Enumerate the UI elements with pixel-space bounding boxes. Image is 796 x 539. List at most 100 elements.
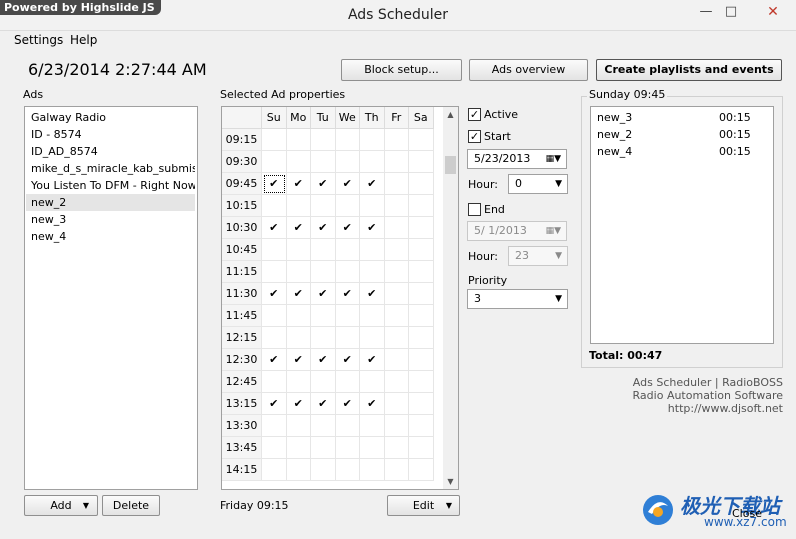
schedule-cell[interactable] bbox=[286, 327, 311, 349]
schedule-cell[interactable]: ✔ bbox=[311, 217, 336, 239]
ads-list-item[interactable]: new_4 bbox=[31, 228, 195, 245]
schedule-cell[interactable] bbox=[409, 261, 434, 283]
schedule-cell[interactable]: ✔ bbox=[360, 349, 385, 371]
schedule-cell[interactable] bbox=[384, 261, 409, 283]
ads-list-item[interactable]: new_2 bbox=[26, 194, 195, 211]
time-slot-label[interactable]: 11:30 bbox=[222, 283, 262, 305]
schedule-cell[interactable]: ✔ bbox=[335, 173, 360, 195]
time-slot-label[interactable]: 12:15 bbox=[222, 327, 262, 349]
schedule-cell[interactable]: ✔ bbox=[262, 217, 287, 239]
time-slot-label[interactable]: 10:30 bbox=[222, 217, 262, 239]
schedule-cell[interactable]: ✔ bbox=[262, 173, 287, 195]
schedule-cell[interactable] bbox=[409, 217, 434, 239]
start-date-picker[interactable]: 5/23/2013 ▦▼ bbox=[467, 149, 567, 169]
schedule-cell[interactable] bbox=[262, 261, 287, 283]
schedule-cell[interactable] bbox=[384, 129, 409, 151]
schedule-cell[interactable] bbox=[384, 415, 409, 437]
schedule-cell[interactable] bbox=[335, 415, 360, 437]
schedule-cell[interactable] bbox=[384, 173, 409, 195]
close-button[interactable]: Close bbox=[732, 507, 762, 520]
schedule-cell[interactable] bbox=[409, 239, 434, 261]
schedule-cell[interactable] bbox=[335, 371, 360, 393]
day-header[interactable]: Fr bbox=[384, 107, 409, 129]
schedule-cell[interactable] bbox=[360, 371, 385, 393]
schedule-cell[interactable] bbox=[360, 459, 385, 481]
schedule-cell[interactable]: ✔ bbox=[262, 393, 287, 415]
schedule-cell[interactable] bbox=[409, 151, 434, 173]
schedule-cell[interactable] bbox=[384, 327, 409, 349]
end-hour-select[interactable]: 23 ▼ bbox=[508, 246, 568, 266]
schedule-cell[interactable] bbox=[286, 459, 311, 481]
schedule-cell[interactable] bbox=[360, 151, 385, 173]
schedule-cell[interactable] bbox=[360, 195, 385, 217]
schedule-cell[interactable] bbox=[335, 195, 360, 217]
start-checkbox[interactable]: ✓ bbox=[468, 130, 481, 143]
schedule-cell[interactable] bbox=[335, 129, 360, 151]
playlist-row[interactable]: new_2 00:15 bbox=[597, 126, 767, 143]
schedule-cell[interactable] bbox=[335, 151, 360, 173]
schedule-cell[interactable] bbox=[311, 261, 336, 283]
schedule-cell[interactable]: ✔ bbox=[335, 283, 360, 305]
schedule-cell[interactable] bbox=[311, 151, 336, 173]
schedule-grid[interactable]: Su Mo Tu We Th Fr Sa 09:15 09:30 09:45 ✔ ✔ ✔ ✔ ✔ 10:15 1… bbox=[221, 106, 459, 490]
schedule-cell[interactable] bbox=[286, 261, 311, 283]
minimize-button[interactable]: — bbox=[696, 4, 716, 20]
schedule-cell[interactable] bbox=[262, 371, 287, 393]
delete-button[interactable]: Delete bbox=[102, 495, 160, 516]
schedule-cell[interactable] bbox=[409, 437, 434, 459]
time-slot-label[interactable]: 11:15 bbox=[222, 261, 262, 283]
time-slot-label[interactable]: 11:45 bbox=[222, 305, 262, 327]
schedule-cell[interactable] bbox=[409, 415, 434, 437]
schedule-cell[interactable] bbox=[360, 437, 385, 459]
schedule-cell[interactable] bbox=[286, 129, 311, 151]
schedule-cell[interactable]: ✔ bbox=[335, 393, 360, 415]
ads-list-item[interactable]: You Listen To DFM - Right Now! bbox=[31, 177, 195, 194]
schedule-cell[interactable] bbox=[409, 459, 434, 481]
time-slot-label[interactable]: 12:30 bbox=[222, 349, 262, 371]
time-slot-label[interactable]: 09:30 bbox=[222, 151, 262, 173]
time-slot-label[interactable]: 09:15 bbox=[222, 129, 262, 151]
grid-scrollbar[interactable]: ▲ ▼ bbox=[443, 107, 458, 489]
schedule-cell[interactable]: ✔ bbox=[286, 283, 311, 305]
schedule-cell[interactable] bbox=[384, 195, 409, 217]
schedule-cell[interactable] bbox=[360, 261, 385, 283]
active-checkbox[interactable]: ✓ bbox=[468, 108, 481, 121]
schedule-cell[interactable] bbox=[384, 437, 409, 459]
day-header[interactable]: Th bbox=[360, 107, 385, 129]
schedule-cell[interactable] bbox=[409, 349, 434, 371]
schedule-cell[interactable] bbox=[360, 305, 385, 327]
time-slot-label[interactable]: 14:15 bbox=[222, 459, 262, 481]
schedule-cell[interactable] bbox=[409, 371, 434, 393]
time-slot-label[interactable]: 13:15 bbox=[222, 393, 262, 415]
end-checkbox[interactable] bbox=[468, 203, 481, 216]
edit-button[interactable]: Edit ▼ bbox=[387, 495, 460, 516]
day-header[interactable]: Su bbox=[262, 107, 287, 129]
schedule-cell[interactable] bbox=[409, 195, 434, 217]
playlist-row[interactable]: new_4 00:15 bbox=[597, 143, 767, 160]
schedule-cell[interactable] bbox=[262, 459, 287, 481]
schedule-cell[interactable] bbox=[384, 349, 409, 371]
schedule-cell[interactable] bbox=[311, 415, 336, 437]
time-slot-label[interactable]: 09:45 bbox=[222, 173, 262, 195]
ads-overview-button[interactable]: Ads overview bbox=[469, 59, 588, 81]
schedule-cell[interactable]: ✔ bbox=[311, 393, 336, 415]
start-hour-select[interactable]: 0 ▼ bbox=[508, 174, 568, 194]
close-window-button[interactable]: ✕ bbox=[763, 4, 783, 20]
menu-settings[interactable]: Settings bbox=[14, 33, 63, 47]
schedule-cell[interactable] bbox=[311, 195, 336, 217]
ads-list-item[interactable]: ID_AD_8574 bbox=[31, 143, 195, 160]
schedule-cell[interactable] bbox=[262, 129, 287, 151]
time-slot-label[interactable]: 12:45 bbox=[222, 371, 262, 393]
schedule-cell[interactable] bbox=[286, 239, 311, 261]
end-date-picker[interactable]: 5/ 1/2013 ▦▼ bbox=[467, 221, 567, 241]
schedule-cell[interactable]: ✔ bbox=[311, 173, 336, 195]
schedule-cell[interactable] bbox=[286, 305, 311, 327]
priority-select[interactable]: 3 ▼ bbox=[467, 289, 568, 309]
schedule-cell[interactable] bbox=[335, 305, 360, 327]
schedule-cell[interactable] bbox=[286, 371, 311, 393]
scroll-down-icon[interactable]: ▼ bbox=[443, 474, 458, 489]
schedule-cell[interactable] bbox=[262, 195, 287, 217]
schedule-cell[interactable]: ✔ bbox=[262, 283, 287, 305]
schedule-cell[interactable] bbox=[360, 415, 385, 437]
calendar-icon[interactable]: ▦▼ bbox=[546, 222, 561, 240]
